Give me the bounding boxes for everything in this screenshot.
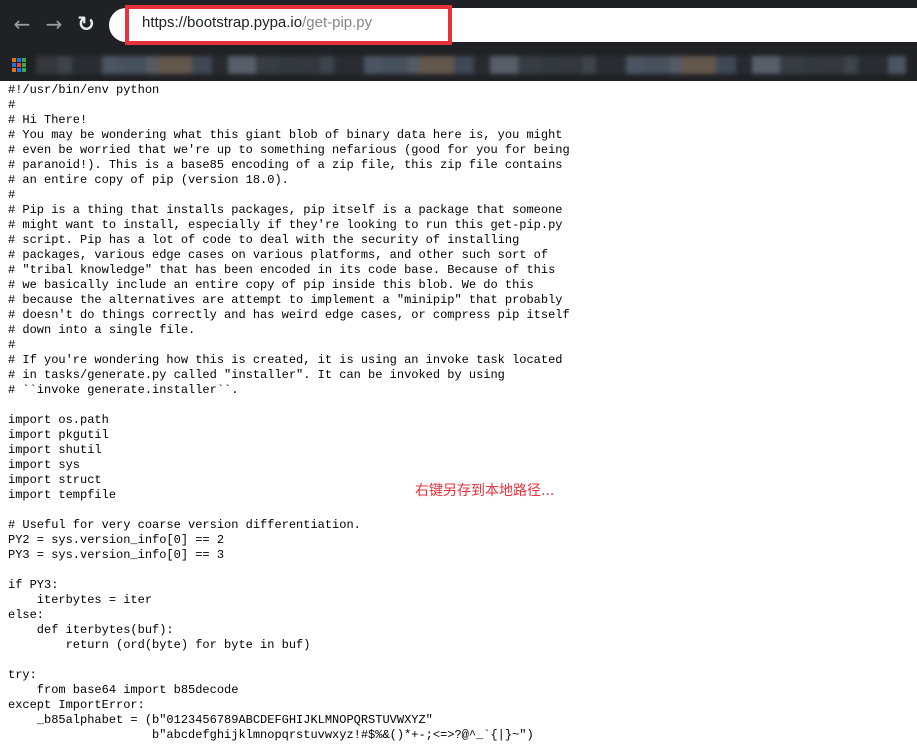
code-line: # packages, various edge cases on variou…	[8, 248, 549, 262]
browser-toolbar: ← → ↻ https://bootstrap.pypa.io/get-pip.…	[0, 0, 917, 50]
code-line: # even be worried that we're up to somet…	[8, 143, 570, 157]
code-line: # You may be wondering what this giant b…	[8, 128, 563, 142]
code-line: import shutil	[8, 443, 102, 457]
code-line: b"abcdefghijklmnopqrstuvwxyz!#$%&()*+-;<…	[8, 728, 534, 742]
code-line: # doesn't do things correctly and has we…	[8, 308, 570, 322]
code-line: # script. Pip has a lot of code to deal …	[8, 233, 520, 247]
code-line: #	[8, 338, 16, 352]
code-line: # Hi There!	[8, 113, 88, 127]
url-host: https://bootstrap.pypa.io	[142, 14, 303, 31]
code-line: # If you're wondering how this is create…	[8, 353, 563, 367]
code-line: if PY3:	[8, 578, 59, 592]
forward-arrow-icon[interactable]: →	[40, 10, 68, 38]
code-line: # we basically include an entire copy of…	[8, 278, 534, 292]
code-line: # ``invoke generate.installer``.	[8, 383, 239, 397]
code-line: # Pip is a thing that installs packages,…	[8, 203, 563, 217]
code-line: PY2 = sys.version_info[0] == 2	[8, 533, 225, 547]
code-line: _b85alphabet = (b"0123456789ABCDEFGHIJKL…	[8, 713, 433, 727]
code-line: import pkgutil	[8, 428, 109, 442]
code-line: # because the alternatives are attempt t…	[8, 293, 563, 307]
code-line: # paranoid!). This is a base85 encoding …	[8, 158, 563, 172]
code-line: import os.path	[8, 413, 109, 427]
blurred-bookmarks	[36, 56, 917, 74]
python-source-text: #!/usr/bin/env python # # Hi There! # You m…	[8, 83, 570, 743]
code-line: # an entire copy of pip (version 18.0).	[8, 173, 289, 187]
url-path: /get-pip.py	[302, 14, 373, 31]
code-line: # Useful for very coarse version differe…	[8, 518, 361, 532]
code-line: PY3 = sys.version_info[0] == 3	[8, 548, 225, 562]
back-arrow-icon[interactable]: ←	[8, 10, 36, 38]
code-line: from base64 import b85decode	[8, 683, 239, 697]
code-line: #	[8, 98, 16, 112]
code-line: # might want to install, especially if t…	[8, 218, 563, 232]
url-text[interactable]: https://bootstrap.pypa.io/get-pip.py	[142, 14, 372, 31]
code-line: try:	[8, 668, 37, 682]
code-line: iterbytes = iter	[8, 593, 153, 607]
code-line: #	[8, 188, 16, 202]
code-line: return (ord(byte) for byte in buf)	[8, 638, 311, 652]
code-line: def iterbytes(buf):	[8, 623, 174, 637]
code-line: import sys	[8, 458, 81, 472]
code-line: except ImportError:	[8, 698, 145, 712]
code-line: else:	[8, 608, 45, 622]
reload-icon[interactable]: ↻	[72, 10, 100, 38]
code-line: # down into a single file.	[8, 323, 196, 337]
apps-grid-icon[interactable]	[12, 58, 26, 72]
annotation-text: 右键另存到本地路径...	[415, 483, 555, 499]
code-line: # in tasks/generate.py called "installer…	[8, 368, 505, 382]
code-line: # "tribal knowledge" that has been encod…	[8, 263, 556, 277]
code-line: #!/usr/bin/env python	[8, 83, 160, 97]
